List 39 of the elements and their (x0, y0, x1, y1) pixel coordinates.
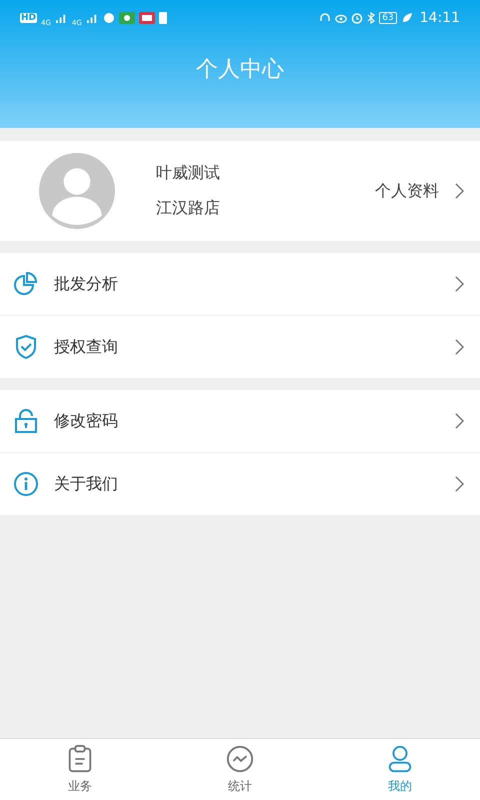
chevron-right-icon (455, 413, 464, 429)
shield-check-icon (13, 334, 39, 360)
chevron-right-icon (455, 183, 464, 199)
menu-label: 修改密码 (54, 410, 119, 432)
alarm-icon (351, 12, 364, 24)
store-name: 江汉路店 (156, 198, 221, 219)
menu-label: 批发分析 (54, 274, 119, 294)
info-icon (13, 471, 39, 497)
line-chart-icon (226, 744, 254, 772)
user-name: 叶威测试 (156, 163, 221, 184)
menu-item[interactable]: 修改密码 (0, 390, 480, 453)
app-icon (138, 12, 155, 24)
battery-level: 63 (379, 12, 397, 24)
padlock-icon (13, 408, 39, 434)
bluetooth-icon (367, 12, 376, 24)
clipboard-icon (66, 744, 94, 772)
app-icon (118, 12, 135, 24)
page-title: 个人中心 (196, 56, 284, 84)
clock: 14:11 (420, 10, 460, 26)
chevron-right-icon (455, 476, 464, 492)
chevron-right-icon (455, 276, 464, 292)
menu-item[interactable]: 批发分析 (0, 253, 480, 316)
tab[interactable]: 业务 (0, 739, 160, 800)
chevron-right-icon (455, 339, 464, 355)
menu-item[interactable]: 授权查询 (0, 316, 480, 378)
tab[interactable]: 统计 (160, 739, 320, 800)
menu-label: 关于我们 (54, 474, 119, 494)
person-icon (386, 744, 414, 772)
hd-indicator: HD (20, 12, 38, 22)
signal-icon (86, 12, 99, 23)
headphones-icon (319, 12, 332, 24)
avatar-icon (37, 153, 117, 229)
menu-label: 授权查询 (54, 336, 119, 358)
profile-card[interactable]: 叶威测试 江汉路店 个人资料 (0, 141, 480, 241)
signal-icon (54, 12, 68, 23)
pie-chart-icon (13, 271, 39, 297)
profile-link[interactable]: 个人资料 (375, 180, 439, 202)
menu-item[interactable]: 关于我们 (0, 453, 480, 515)
leaf-icon (400, 12, 413, 24)
